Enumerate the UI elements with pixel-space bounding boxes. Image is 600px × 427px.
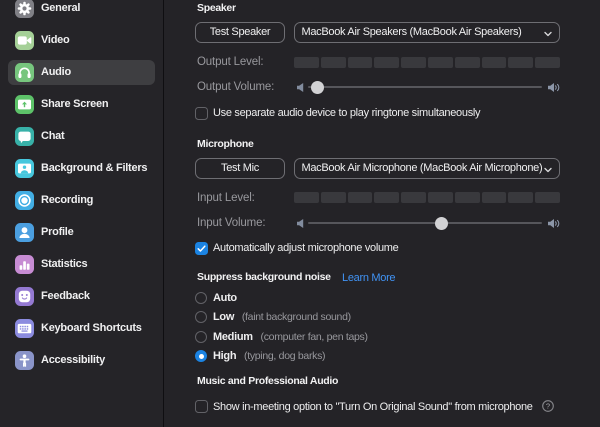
- svg-text:?: ?: [545, 401, 549, 410]
